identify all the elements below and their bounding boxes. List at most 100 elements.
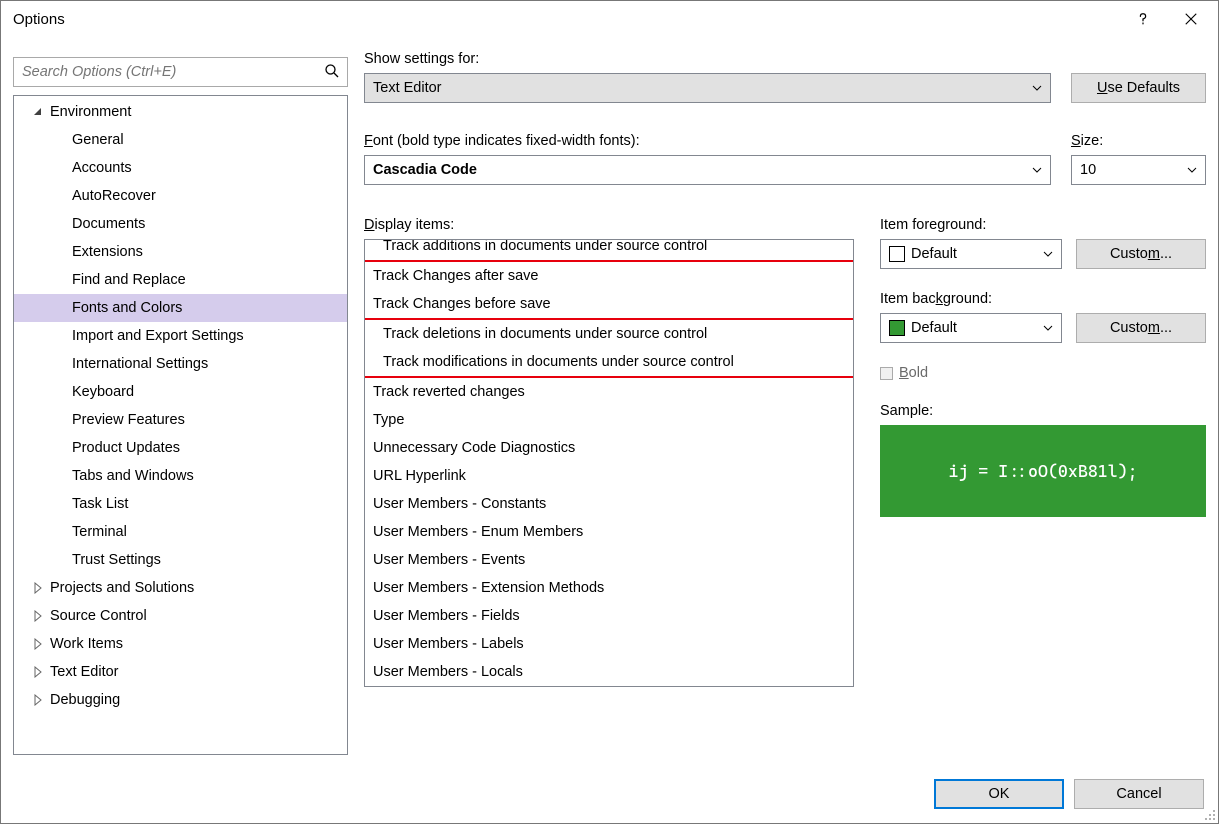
- tree-item-label: Documents: [72, 216, 145, 232]
- tree-item-trust-settings[interactable]: Trust Settings: [14, 546, 347, 574]
- resize-grip-icon[interactable]: [1202, 807, 1216, 821]
- tree-item-international-settings[interactable]: International Settings: [14, 350, 347, 378]
- display-item[interactable]: User Members - Extension Methods: [365, 574, 853, 602]
- tree-item-label: Fonts and Colors: [72, 300, 182, 316]
- close-button[interactable]: [1168, 4, 1214, 34]
- item-background-dropdown[interactable]: Default: [880, 313, 1062, 343]
- expander-closed-icon[interactable]: [32, 694, 44, 706]
- display-item[interactable]: User Members - Enum Members: [365, 518, 853, 546]
- help-button[interactable]: [1120, 4, 1166, 34]
- display-items-listbox[interactable]: Tracepoint (Error)Tracepoint (Warning)Tr…: [364, 239, 854, 687]
- display-item[interactable]: User Members - Locals: [365, 658, 853, 686]
- tree-item-environment[interactable]: Environment: [14, 98, 347, 126]
- bold-label: Bold: [899, 365, 928, 381]
- display-item[interactable]: Track Changes after save: [365, 262, 853, 290]
- item-foreground-label: Item foreground:: [880, 217, 1206, 233]
- tree-item-tabs-and-windows[interactable]: Tabs and Windows: [14, 462, 347, 490]
- display-item[interactable]: Track additions in documents under sourc…: [375, 239, 843, 260]
- tree-item-label: Trust Settings: [72, 552, 161, 568]
- tree-item-label: Tabs and Windows: [72, 468, 194, 484]
- display-item[interactable]: Track Changes before save: [365, 290, 853, 318]
- tree-item-autorecover[interactable]: AutoRecover: [14, 182, 347, 210]
- color-controls: Item foreground: Default Custom...: [880, 217, 1206, 517]
- tree-item-label: Product Updates: [72, 440, 180, 456]
- tree-item-label: Keyboard: [72, 384, 134, 400]
- use-defaults-button[interactable]: Use Defaults: [1071, 73, 1206, 103]
- custom-foreground-button[interactable]: Custom...: [1076, 239, 1206, 269]
- tree-item-label: Environment: [50, 104, 131, 120]
- tree-item-terminal[interactable]: Terminal: [14, 518, 347, 546]
- ok-button[interactable]: OK: [934, 779, 1064, 809]
- tree-item-general[interactable]: General: [14, 126, 347, 154]
- display-items-label: Display items:: [364, 217, 854, 233]
- expander-closed-icon[interactable]: [32, 638, 44, 650]
- tree-item-task-list[interactable]: Task List: [14, 490, 347, 518]
- window-title: Options: [13, 11, 65, 28]
- tree-item-label: Projects and Solutions: [50, 580, 194, 596]
- item-foreground-value: Default: [911, 246, 957, 262]
- expander-closed-icon[interactable]: [32, 666, 44, 678]
- tree-item-preview-features[interactable]: Preview Features: [14, 406, 347, 434]
- item-background-value: Default: [911, 320, 957, 336]
- display-item[interactable]: User Members - Constants: [365, 490, 853, 518]
- tree-item-projects-and-solutions[interactable]: Projects and Solutions: [14, 574, 347, 602]
- font-dropdown[interactable]: Cascadia Code: [364, 155, 1051, 185]
- tree-item-text-editor[interactable]: Text Editor: [14, 658, 347, 686]
- tree-item-extensions[interactable]: Extensions: [14, 238, 347, 266]
- tree-item-product-updates[interactable]: Product Updates: [14, 434, 347, 462]
- background-swatch: [889, 320, 905, 336]
- tree-item-accounts[interactable]: Accounts: [14, 154, 347, 182]
- cancel-button[interactable]: Cancel: [1074, 779, 1204, 809]
- display-item[interactable]: User Members - Labels: [365, 630, 853, 658]
- chevron-down-icon: [1043, 325, 1053, 331]
- tree-item-label: Debugging: [50, 692, 120, 708]
- tree-item-fonts-and-colors[interactable]: Fonts and Colors: [14, 294, 347, 322]
- left-pane: Environment General Accounts AutoRecover Doc…: [13, 37, 348, 755]
- show-settings-dropdown[interactable]: Text Editor: [364, 73, 1051, 103]
- foreground-swatch: [889, 246, 905, 262]
- highlighted-group: Track deletions in documents under sourc…: [364, 318, 854, 378]
- tree-item-source-control[interactable]: Source Control: [14, 602, 347, 630]
- bold-checkbox[interactable]: Bold: [880, 365, 1206, 381]
- checkbox-icon: [880, 367, 893, 380]
- display-item[interactable]: Type: [365, 406, 853, 434]
- tree-item-label: Task List: [72, 496, 128, 512]
- search-input[interactable]: [13, 57, 348, 87]
- tree-item-debugging[interactable]: Debugging: [14, 686, 347, 714]
- tree-item-label: Find and Replace: [72, 272, 186, 288]
- display-item[interactable]: Track deletions in documents under sourc…: [375, 320, 843, 348]
- options-dialog: Options Environment General Accounts AutoRe…: [0, 0, 1219, 824]
- close-icon: [1184, 12, 1198, 26]
- tree-item-import-and-export-settings[interactable]: Import and Export Settings: [14, 322, 347, 350]
- size-dropdown[interactable]: 10: [1071, 155, 1206, 185]
- sample-text: ij = I::oO(0xB81l);: [948, 461, 1137, 481]
- expander-closed-icon[interactable]: [32, 582, 44, 594]
- tree-item-find-and-replace[interactable]: Find and Replace: [14, 266, 347, 294]
- sample-preview: ij = I::oO(0xB81l);: [880, 425, 1206, 517]
- tree-item-label: Import and Export Settings: [72, 328, 244, 344]
- display-item[interactable]: Track reverted changes: [365, 378, 853, 406]
- tree-item-documents[interactable]: Documents: [14, 210, 347, 238]
- expander-closed-icon[interactable]: [32, 610, 44, 622]
- display-item[interactable]: User Members - Fields: [365, 602, 853, 630]
- tree-item-label: Preview Features: [72, 412, 185, 428]
- tree-item-label: Accounts: [72, 160, 132, 176]
- display-item[interactable]: User Members - Events: [365, 546, 853, 574]
- display-item[interactable]: URL Hyperlink: [365, 462, 853, 490]
- item-foreground-dropdown[interactable]: Default: [880, 239, 1062, 269]
- expander-open-icon[interactable]: [32, 106, 44, 118]
- chevron-down-icon: [1032, 85, 1042, 91]
- titlebar: Options: [1, 1, 1218, 37]
- tree-item-work-items[interactable]: Work Items: [14, 630, 347, 658]
- search-icon: [324, 63, 340, 79]
- custom-background-button[interactable]: Custom...: [1076, 313, 1206, 343]
- options-tree[interactable]: Environment General Accounts AutoRecover Doc…: [13, 95, 348, 755]
- chevron-down-icon: [1032, 167, 1042, 173]
- display-item[interactable]: Unnecessary Code Diagnostics: [365, 434, 853, 462]
- tree-item-label: Terminal: [72, 524, 127, 540]
- tree-item-keyboard[interactable]: Keyboard: [14, 378, 347, 406]
- display-item[interactable]: Track modifications in documents under s…: [375, 348, 843, 376]
- tree-item-label: General: [72, 132, 124, 148]
- help-icon: [1136, 12, 1150, 26]
- right-pane: Show settings for: Text Editor Use Defau…: [364, 37, 1206, 755]
